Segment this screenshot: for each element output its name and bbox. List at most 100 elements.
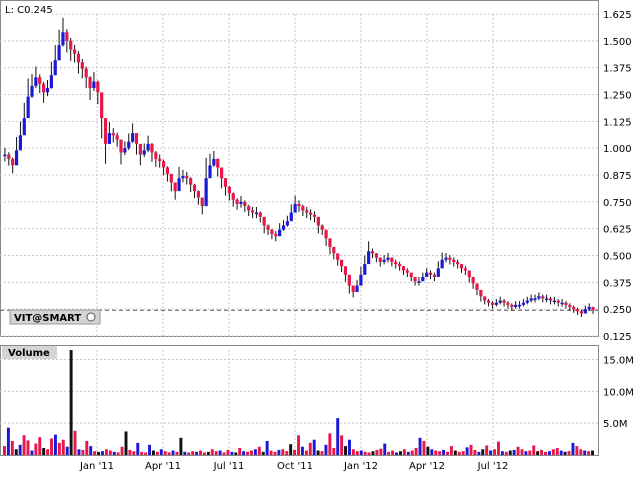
volume-bar [281, 449, 285, 455]
volume-bar [308, 442, 312, 455]
x-axis-ticks: Jan '11 Apr '11 Jul '11 Oct '11 Jan '12 Apr '… [79, 461, 508, 472]
volume-bar [206, 451, 210, 455]
volume-bar [340, 435, 344, 455]
volume-bar [128, 449, 132, 455]
volume-bar [469, 444, 473, 455]
volume-bar [551, 449, 555, 455]
volume-bar [89, 446, 93, 455]
volume-bar [22, 435, 26, 455]
volume-bar [183, 451, 187, 455]
volume-bar [434, 450, 438, 455]
volume-bar [53, 434, 57, 455]
volume-bar [101, 451, 104, 455]
volume-bar [430, 449, 434, 455]
volume-bar [473, 449, 477, 455]
price-tick-label: 0.125 [603, 332, 632, 343]
volume-bar [567, 451, 571, 455]
volume-bar [355, 451, 359, 455]
price-tick-label: 0.375 [603, 278, 632, 289]
volume-bar [187, 452, 191, 455]
price-tick-label: 1.000 [603, 144, 632, 155]
volume-bar [528, 450, 532, 455]
volume-bar [50, 438, 53, 455]
volume-bar [387, 451, 391, 455]
volume-bar [446, 451, 449, 455]
volume-bar [563, 451, 567, 455]
x-tick-label: Jan '12 [343, 461, 378, 472]
volume-bar [77, 449, 81, 455]
volume-bar [312, 439, 316, 455]
volume-bar [30, 450, 34, 455]
symbol-label: VIT@SMART [14, 313, 81, 324]
volume-bar [6, 427, 10, 455]
price-tick-label: 0.875 [603, 171, 632, 182]
volume-bar [179, 437, 183, 455]
volume-bar [230, 451, 234, 455]
volume-tick-label: 15.0M [603, 356, 634, 367]
volume-bar [61, 439, 65, 455]
volume-bar [371, 451, 375, 455]
volume-bar [167, 452, 171, 455]
volume-bar [555, 448, 559, 455]
volume-bar [453, 450, 457, 455]
volume-bar [85, 441, 89, 455]
volume-bar [461, 451, 465, 455]
volume-bar [3, 446, 6, 455]
volume-bar [257, 446, 261, 455]
volume-bar [253, 449, 257, 455]
volume-bar [351, 449, 355, 455]
volume-bar [500, 451, 504, 455]
volume-bar [10, 441, 14, 455]
volume-bar [547, 451, 551, 455]
volume-bar [46, 449, 50, 455]
volume-bar [320, 451, 324, 455]
volume-bar [489, 450, 493, 455]
volume-bar [34, 443, 38, 455]
volume-bar [336, 418, 340, 455]
price-tick-label: 1.250 [603, 91, 632, 102]
volume-bar [324, 444, 328, 455]
volume-bar [485, 445, 489, 455]
volume-bar [348, 439, 351, 455]
volume-bar [42, 448, 46, 455]
volume-bar [116, 452, 120, 455]
volume-bar [544, 451, 547, 455]
volume-y-ticks: 15.0M 10.0M 5.0M [603, 356, 634, 431]
volume-bar [540, 449, 544, 455]
volume-bar [402, 449, 406, 455]
price-tick-label: 1.500 [603, 37, 632, 48]
volume-bar [398, 451, 402, 455]
volume-bar [418, 437, 422, 455]
volume-bar [195, 451, 199, 455]
volume-bar [496, 441, 500, 455]
volume-bar [26, 440, 30, 455]
price-tick-label: 1.625 [603, 10, 632, 21]
volume-bar [414, 448, 418, 455]
volume-bar [512, 449, 516, 455]
volume-bar [579, 449, 583, 455]
volume-bar [226, 449, 230, 455]
price-y-ticks: 1.625 1.500 1.375 1.250 1.125 1.000 0.875 0.750… [603, 10, 632, 343]
volume-bar [304, 450, 308, 455]
volume-bar [481, 449, 485, 455]
volume-bar [477, 451, 481, 455]
volume-bar [175, 451, 179, 455]
volume-bar [238, 448, 242, 455]
stock-chart: 1.625 1.500 1.375 1.250 1.125 1.000 0.875 0.750… [0, 0, 640, 480]
volume-bar [379, 448, 383, 455]
volume-bar [504, 451, 508, 455]
volume-tick-label: 5.0M [603, 419, 628, 430]
volume-bar [269, 450, 273, 455]
volume-bar [583, 450, 587, 455]
symbol-settings-icon[interactable] [86, 312, 96, 322]
volume-bar [395, 452, 398, 455]
volume-bar [124, 431, 128, 455]
volume-bar [214, 451, 218, 455]
volume-bar [559, 450, 563, 455]
volume-bar [524, 451, 528, 455]
volume-bar [132, 451, 136, 455]
volume-bar [493, 449, 497, 455]
volume-bar [571, 442, 575, 455]
volume-bar [18, 444, 22, 455]
volume-bar [332, 448, 336, 455]
